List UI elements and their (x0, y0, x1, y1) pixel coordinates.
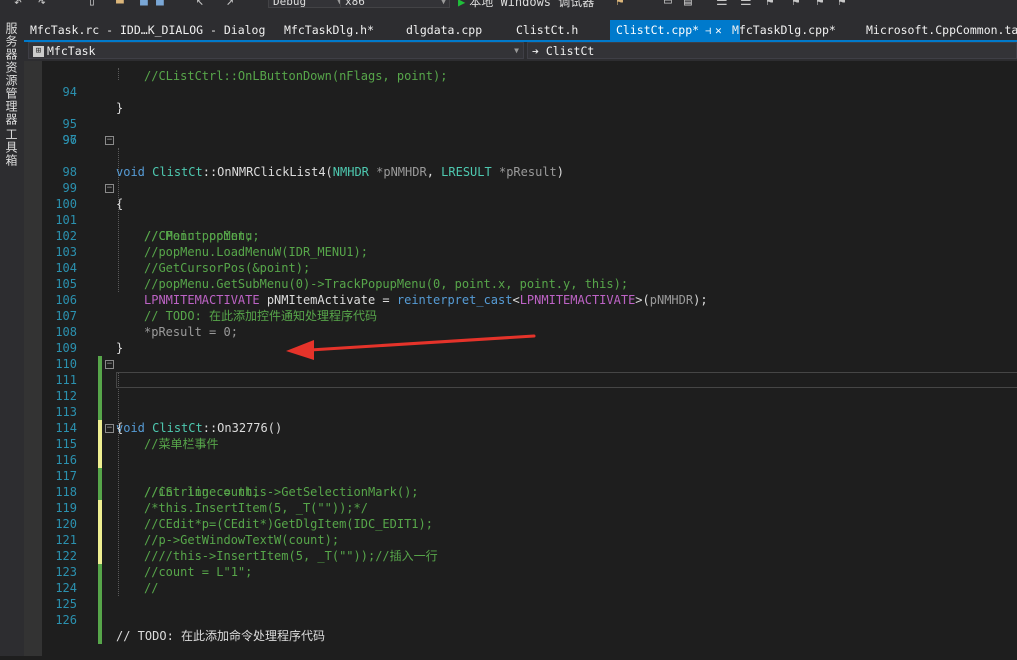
close-icon[interactable]: ✕ (715, 24, 722, 37)
tab-cppcommon-targets[interactable]: Microsoft.CppCommon.targe (860, 20, 1017, 40)
play-icon: ▶ (458, 0, 466, 9)
tab-dlgdata-cpp[interactable]: dlgdata.cpp (400, 20, 488, 40)
bookmark-next-icon[interactable]: ⚑ (816, 0, 824, 9)
platform-value: x86 (345, 0, 365, 8)
tab-label: ClistCt.cpp* (616, 23, 700, 37)
undo-icon[interactable]: ↶ (14, 0, 22, 10)
bookmark-clear-icon[interactable]: ⚑ (838, 0, 846, 9)
bookmark-icon[interactable]: ⚑ (766, 0, 774, 9)
tab-label: Microsoft.CppCommon.targe (866, 23, 1017, 37)
annotation-arrow-icon (286, 334, 536, 360)
code-editor[interactable]: //CListCtrl::OnLButtonDown(nFlags, point… (24, 61, 1017, 656)
layout-icon[interactable]: ▤ (684, 0, 692, 9)
left-tool-strip: 服务器资源管理器 工具箱 (0, 20, 24, 656)
pin-icon[interactable]: ⊣ (705, 26, 711, 37)
tab-label: MfcTaskDlg.h* (284, 23, 375, 37)
platform-combo[interactable]: x86 ▼ (340, 0, 450, 8)
indent-icon[interactable]: ☰ (716, 0, 728, 9)
tab-label: MfcTask.rc - IDD…K_DIALOG - Dialog (30, 23, 266, 37)
tab-mfctask-rc[interactable]: MfcTask.rc - IDD…K_DIALOG - Dialog (24, 20, 271, 40)
run-label: 本地 Windows 调试器 (469, 0, 595, 9)
tab-label: dlgdata.cpp (406, 23, 483, 37)
open-folder-icon[interactable]: ▬ (116, 0, 124, 9)
tab-clistct-cpp[interactable]: ClistCt.cpp* ⊣ ✕ (610, 20, 740, 40)
toolbox-tab[interactable]: 工具箱 (3, 128, 20, 167)
save-all-icon[interactable]: ■ (156, 0, 164, 9)
redo-history-icon[interactable]: ↗ (226, 0, 234, 9)
tab-mfctaskdlg-h[interactable]: MfcTaskDlg.h* (278, 20, 380, 40)
save-icon[interactable]: ■ (140, 0, 148, 9)
find-icon[interactable]: ⚑ (616, 0, 624, 9)
server-explorer-tab[interactable]: 服务器资源管理器 (3, 22, 20, 126)
new-file-icon[interactable]: ▯ (88, 0, 96, 9)
tab-mfctaskdlg-cpp[interactable]: MfcTaskDlg.cpp* (726, 20, 842, 40)
tab-label: ClistCt.h (516, 23, 579, 37)
outdent-icon[interactable]: ☰ (740, 0, 752, 9)
chevron-down-icon: ▼ (441, 0, 446, 6)
tab-label: MfcTaskDlg.cpp* (732, 23, 836, 37)
start-debugger-button[interactable]: ▶ 本地 Windows 调试器 (458, 0, 594, 9)
window-icon[interactable]: ▭ (664, 0, 672, 9)
undo-history-icon[interactable]: ↖ (196, 0, 204, 9)
bookmark-prev-icon[interactable]: ⚑ (792, 0, 800, 9)
document-tab-bar: MfcTask.rc - IDD…K_DIALOG - Dialog MfcTa… (24, 20, 1017, 40)
tab-clistct-h[interactable]: ClistCt.h (510, 20, 584, 40)
redo-icon[interactable]: ↷ (38, 0, 46, 10)
config-value: Debug (273, 0, 307, 8)
config-combo[interactable]: Debug ▼ (268, 0, 346, 8)
toolbar: ↶ ↷ ▯ ▬ ■ ■ ↖ ↗ Debug ▼ x86 ▼ ▶本地 Window… (0, 0, 1017, 20)
